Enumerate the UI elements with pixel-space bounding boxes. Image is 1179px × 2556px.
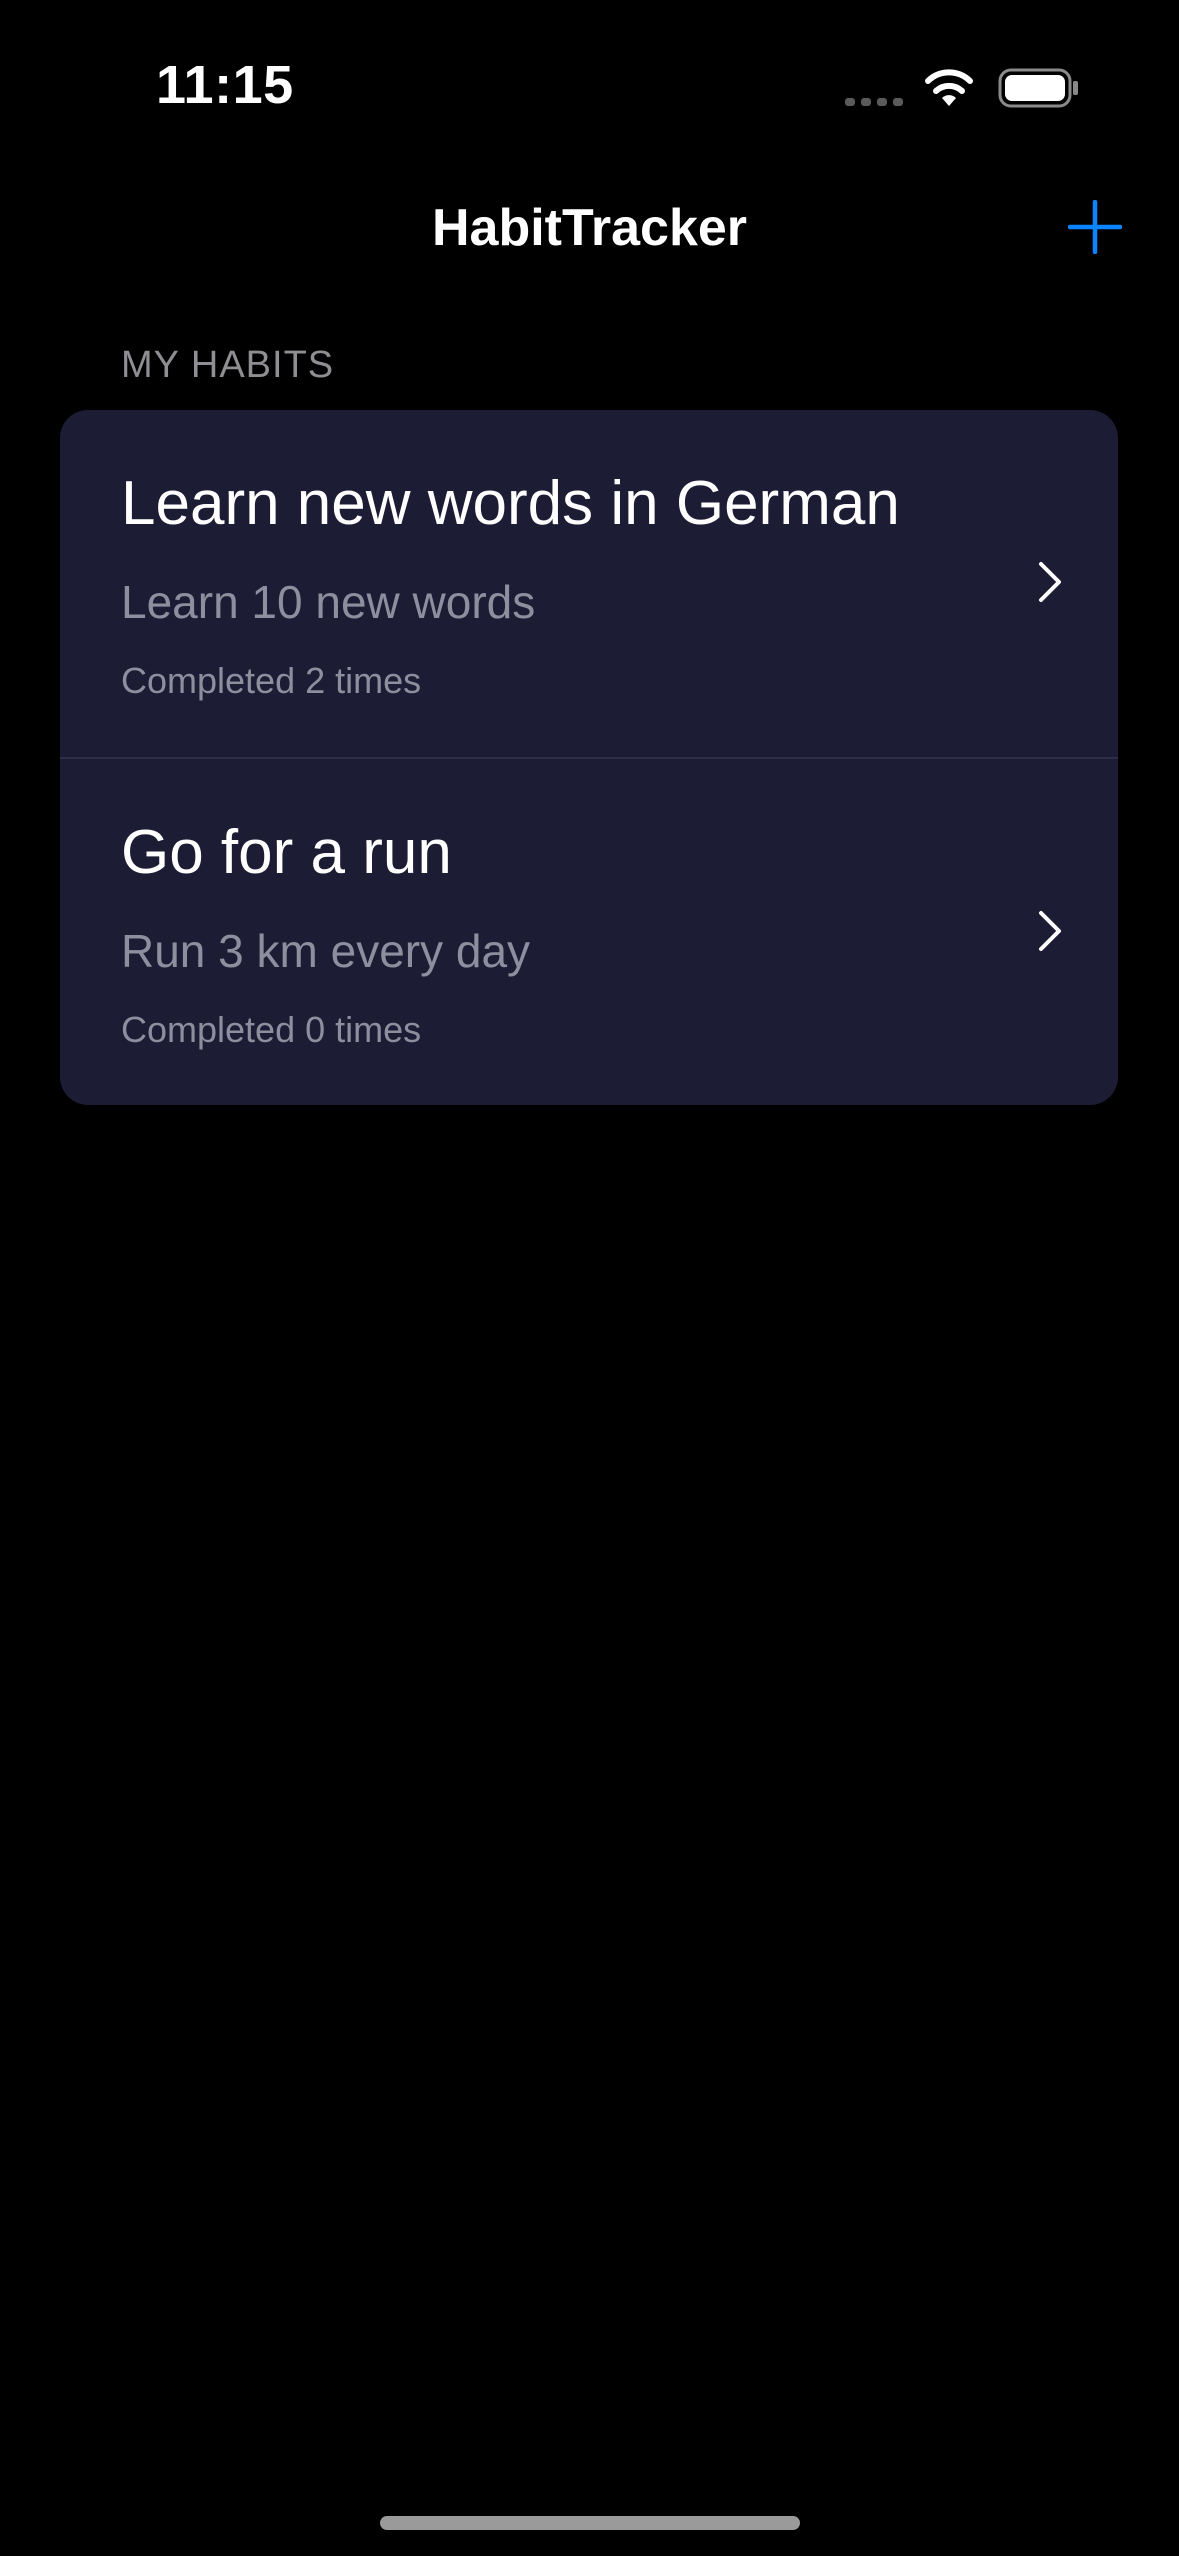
section-header: MY HABITS (121, 344, 335, 386)
habit-title: Learn new words in German (121, 469, 900, 538)
wifi-icon (925, 69, 973, 106)
habit-row[interactable]: Learn new words in German Learn 10 new w… (60, 410, 1118, 757)
chevron-right-icon (1039, 562, 1061, 602)
status-bar: 11:15 (0, 0, 1179, 150)
navigation-bar: HabitTracker (0, 180, 1179, 280)
signal-icon (845, 98, 903, 106)
status-time: 11:15 (156, 55, 294, 115)
habit-title: Go for a run (121, 818, 452, 887)
habit-completion-count: Completed 0 times (121, 1009, 422, 1050)
habit-description: Learn 10 new words (121, 576, 536, 628)
habit-completion-count: Completed 2 times (121, 660, 422, 701)
battery-icon (998, 68, 1078, 108)
habit-list: Learn new words in German Learn 10 new w… (60, 410, 1118, 1105)
page-title: HabitTracker (431, 199, 748, 257)
habit-row[interactable]: Go for a run Run 3 km every day Complete… (60, 757, 1118, 1105)
plus-icon (1068, 200, 1122, 254)
habit-description: Run 3 km every day (121, 925, 531, 977)
chevron-right-icon (1039, 911, 1061, 951)
add-habit-button[interactable] (1060, 192, 1130, 262)
home-indicator[interactable] (380, 2516, 800, 2530)
